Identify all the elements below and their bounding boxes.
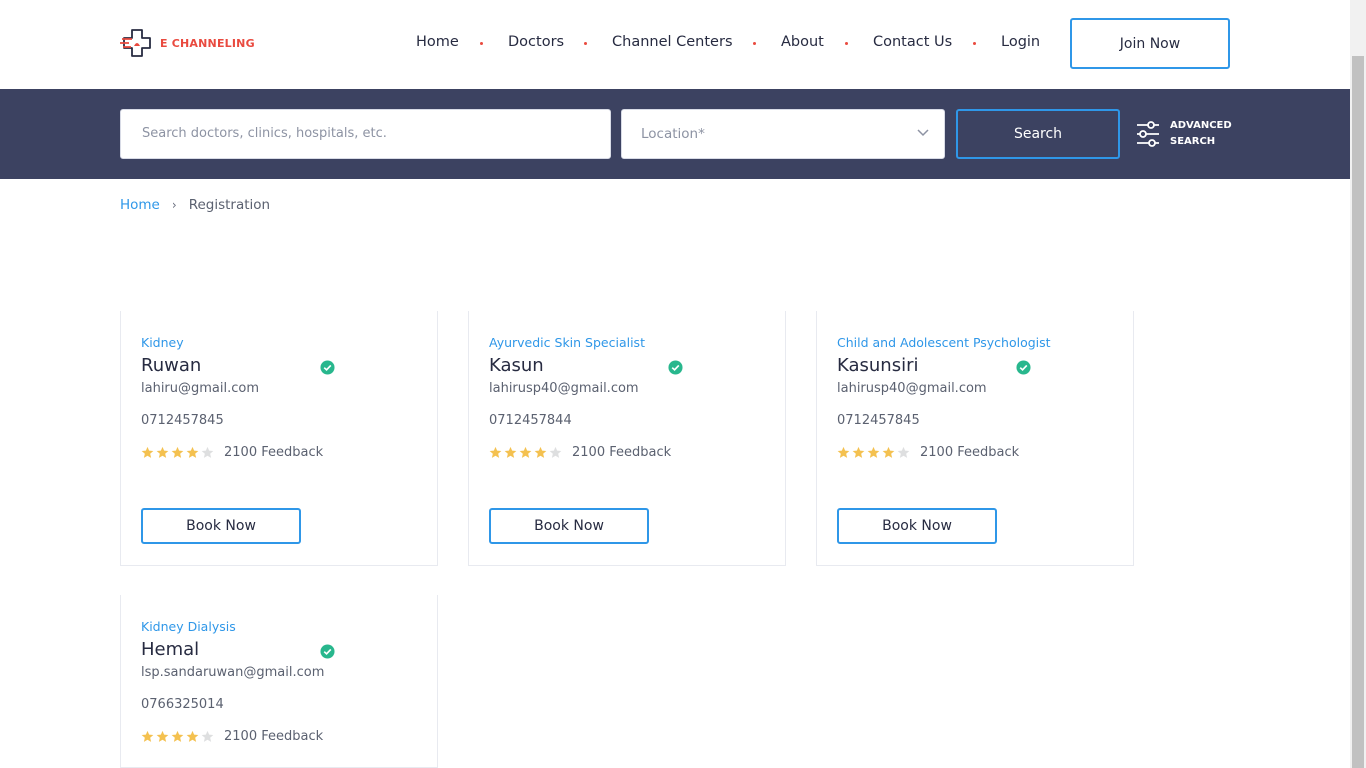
stars-group [141, 446, 216, 459]
star-icon [201, 446, 214, 458]
verified-check-icon [1016, 360, 1031, 375]
page-scrollbar[interactable] [1350, 0, 1366, 768]
star-icon [141, 446, 154, 458]
site-header: E CHANNELING Home Doctors Channel Center… [0, 0, 1350, 89]
star-icon [171, 446, 184, 458]
book-now-button[interactable]: Book Now [141, 508, 301, 544]
stars-group [489, 446, 564, 459]
sliders-icon [1137, 121, 1159, 147]
advanced-search-link[interactable]: ADVANCED SEARCH [1136, 118, 1232, 150]
star-icon [882, 446, 895, 458]
feedback-count: 2100 Feedback [224, 445, 324, 460]
feedback-count: 2100 Feedback [572, 445, 672, 460]
star-icon [837, 446, 850, 458]
doctor-name[interactable]: Kasunsiri [837, 355, 919, 376]
star-icon [171, 730, 184, 742]
stars-group [837, 446, 912, 459]
star-icon [141, 730, 154, 742]
doctor-card: Ayurvedic Skin Specialist Kasun lahirusp… [468, 311, 786, 566]
doctor-card: Child and Adolescent Psychologist Kasuns… [816, 311, 1134, 566]
search-button[interactable]: Search [956, 109, 1120, 159]
doctor-email: lahirusp40@gmail.com [489, 381, 639, 396]
doctor-name[interactable]: Kasun [489, 355, 544, 376]
scrollbar-thumb[interactable] [1352, 56, 1364, 768]
nav-login[interactable]: Login [1001, 34, 1040, 50]
chevron-down-icon [917, 129, 929, 137]
doctor-phone: 0766325014 [141, 697, 224, 712]
doctor-email: lahiru@gmail.com [141, 381, 260, 396]
page: E CHANNELING Home Doctors Channel Center… [0, 0, 1366, 768]
advanced-search-line1: ADVANCED [1170, 120, 1232, 131]
location-select[interactable]: Location* [621, 109, 945, 159]
star-rating: 2100 Feedback [837, 445, 1019, 460]
nav-separator [753, 42, 756, 45]
star-icon [519, 446, 532, 458]
stars-group [141, 730, 216, 743]
book-now-button[interactable]: Book Now [489, 508, 649, 544]
nav-separator [973, 42, 976, 45]
book-now-button[interactable]: Book Now [837, 508, 997, 544]
nav-doctors[interactable]: Doctors [508, 34, 564, 50]
doctor-phone: 0712457844 [489, 413, 572, 428]
star-icon [867, 446, 880, 458]
doctor-name[interactable]: Hemal [141, 639, 199, 660]
doctor-specialty: Ayurvedic Skin Specialist [489, 335, 645, 350]
nav-home[interactable]: Home [416, 34, 459, 50]
star-icon [549, 446, 562, 458]
doctor-email: lsp.sandaruwan@gmail.com [141, 665, 325, 680]
doctor-specialty: Kidney Dialysis [141, 619, 236, 634]
nav-about[interactable]: About [781, 34, 824, 50]
join-now-button[interactable]: Join Now [1070, 18, 1230, 69]
star-icon [156, 730, 169, 742]
star-icon [852, 446, 865, 458]
brand-name: E CHANNELING [160, 36, 255, 50]
verified-check-icon [320, 360, 335, 375]
doctor-specialty: Kidney [141, 335, 184, 350]
nav-separator [584, 42, 587, 45]
verified-check-icon [668, 360, 683, 375]
search-bar: Search doctors, clinics, hospitals, etc.… [0, 89, 1350, 179]
doctor-name[interactable]: Ruwan [141, 355, 201, 376]
breadcrumb-home[interactable]: Home [120, 197, 160, 213]
doctor-phone: 0712457845 [837, 413, 920, 428]
doctor-email: lahirusp40@gmail.com [837, 381, 987, 396]
breadcrumb: Home › Registration [120, 197, 270, 213]
star-icon [504, 446, 517, 458]
star-icon [489, 446, 502, 458]
search-placeholder: Search doctors, clinics, hospitals, etc. [142, 126, 387, 141]
nav-channel-centers[interactable]: Channel Centers [612, 34, 733, 50]
doctor-phone: 0712457845 [141, 413, 224, 428]
doctor-specialty: Child and Adolescent Psychologist [837, 335, 1051, 350]
star-icon [186, 446, 199, 458]
doctor-card: Kidney Dialysis Hemal lsp.sandaruwan@gma… [120, 595, 438, 768]
star-rating: 2100 Feedback [141, 729, 323, 744]
star-rating: 2100 Feedback [141, 445, 323, 460]
verified-check-icon [320, 644, 335, 659]
star-icon [156, 446, 169, 458]
chevron-right-icon: › [171, 198, 177, 212]
location-placeholder: Location* [641, 126, 705, 142]
star-icon [897, 446, 910, 458]
star-icon [186, 730, 199, 742]
search-input[interactable]: Search doctors, clinics, hospitals, etc. [120, 109, 611, 159]
nav-separator [845, 42, 848, 45]
feedback-count: 2100 Feedback [920, 445, 1020, 460]
advanced-search-label: ADVANCED SEARCH [1170, 118, 1232, 150]
star-icon [534, 446, 547, 458]
advanced-search-line2: SEARCH [1170, 136, 1216, 147]
medical-cross-logo-icon [120, 29, 151, 57]
nav-contact-us[interactable]: Contact Us [873, 34, 952, 50]
feedback-count: 2100 Feedback [224, 729, 324, 744]
star-rating: 2100 Feedback [489, 445, 671, 460]
doctor-card: Kidney Ruwan lahiru@gmail.com 0712457845… [120, 311, 438, 566]
breadcrumb-current: Registration [188, 197, 271, 213]
star-icon [201, 730, 214, 742]
nav-separator [480, 42, 483, 45]
logo[interactable]: E CHANNELING [120, 28, 255, 58]
